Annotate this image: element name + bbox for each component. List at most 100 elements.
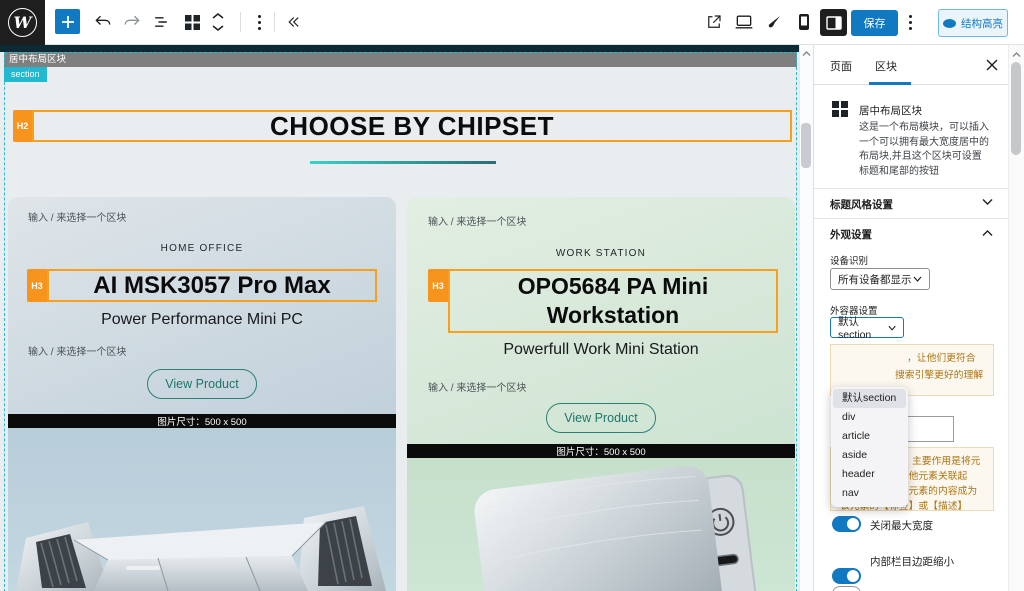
move-up-down-icon [209,10,227,34]
dropdown-option-aside[interactable]: aside [833,446,906,465]
structure-highlight-label: 结构高亮 [961,16,1003,31]
highlight-dot-icon [943,19,956,28]
tab-block[interactable]: 区块 [875,58,897,74]
paint-tool-icon [765,13,783,31]
block-appender-placeholder[interactable]: 输入 / 来选择一个区块 [428,213,526,228]
editor-canvas: 居中布局区块 section H2 CHOOSE BY CHIPSET 输入 /… [0,45,799,591]
mini-pc-rounded-image [407,458,795,591]
block-type-button[interactable] [181,11,203,33]
card-category-label[interactable]: HOME OFFICE [8,243,396,254]
heading-underline [310,161,496,164]
wordpress-logo-icon: W [8,8,37,37]
sidebar-panel-icon [826,16,842,30]
card-title-text: AI MSK3057 Pro Max [93,272,330,300]
view-product-button[interactable]: View Product [546,403,656,433]
product-card-work-station: 输入 / 来选择一个区块 WORK STATION H3 OPO5684 PA … [407,197,795,591]
panel-title-style[interactable]: 标题风格设置 [830,197,893,212]
toolbar-separator [240,12,241,32]
block-info-description: 这是一个布局模块，可以插入一个可以拥有最大宽度居中的布局块,并且这个区块可设置标… [859,121,991,179]
card-subtitle[interactable]: Power Performance Mini PC [8,311,396,329]
padding-toggle-label: 内部栏目边距缩小 [870,554,954,569]
preview-external-button[interactable] [703,11,725,33]
desktop-preview-button[interactable] [733,11,755,33]
max-width-toggle-label: 关闭最大宽度 [870,518,933,533]
dropdown-option-article[interactable]: article [833,427,906,446]
customize-tool-button[interactable] [763,11,785,33]
product-image-work-station[interactable] [407,458,795,591]
top-toolbar: W [0,0,1024,45]
section-heading-block[interactable]: CHOOSE BY CHIPSET [32,110,792,142]
container-select[interactable]: 默认section [830,317,904,338]
list-view-button[interactable] [150,11,172,33]
more-options-button[interactable] [899,11,921,33]
card-title-text: OPO5684 PA Mini Workstation [483,272,743,330]
save-button[interactable]: 保存 [851,10,898,36]
image-size-bar: 图片尺寸：500 x 500 [407,444,795,458]
plus-icon [61,15,75,29]
structure-highlight-button[interactable]: 结构高亮 [938,9,1008,37]
toolbar-separator [274,12,275,32]
dropdown-option-div[interactable]: div [833,408,906,427]
canvas-scrollbar-thumb[interactable] [801,123,811,168]
scroll-up-arrow-icon[interactable] [802,50,811,57]
device-label: 设备识别 [830,253,868,267]
external-link-icon [705,13,723,31]
divider [814,188,1009,189]
dropdown-option-nav[interactable]: nav [833,484,906,503]
h3-level-badge: H3 [428,269,448,302]
section-tag-badge: section [4,67,47,82]
scroll-up-arrow-icon[interactable] [1012,51,1021,58]
ellipsis-vertical-icon [909,15,912,30]
undo-icon [93,12,113,32]
dropdown-option-header[interactable]: header [833,465,906,484]
editor-window: W [0,0,1024,591]
panel-appearance[interactable]: 外观设置 [830,227,872,242]
divider [814,218,1009,219]
block-appender-placeholder[interactable]: 输入 / 来选择一个区块 [28,209,126,224]
block-type-grid-icon [832,101,848,117]
seo-note-line1: ，让他们更符合 [907,350,976,364]
redo-button[interactable] [121,11,143,33]
max-width-toggle[interactable] [832,516,861,532]
close-sidebar-icon[interactable] [986,59,998,71]
h3-level-badge: H3 [27,269,47,302]
h2-level-badge: H2 [13,110,32,142]
card-title-block[interactable]: AI MSK3057 Pro Max [47,269,377,302]
block-appender-placeholder[interactable]: 输入 / 来选择一个区块 [28,343,126,358]
page-top-strip [0,45,799,52]
product-image-home-office[interactable] [8,428,396,591]
seo-note-line2: 搜索引擎更好的理解 [895,367,983,381]
collapse-toolbar-button[interactable] [282,11,304,33]
block-inserter-button[interactable] [55,9,80,34]
device-select-value: 所有设备都显示 [838,272,912,287]
wordpress-menu-button[interactable]: W [0,0,45,45]
card-title-block[interactable]: OPO5684 PA Mini Workstation [448,269,778,333]
block-mover-button[interactable] [207,11,229,33]
chevron-down-icon [913,276,922,282]
block-grid-icon [184,14,201,31]
view-product-button[interactable]: View Product [147,369,257,399]
product-card-home-office: 输入 / 来选择一个区块 HOME OFFICE H3 AI MSK3057 P… [8,197,396,591]
undo-button[interactable] [92,11,114,33]
chevron-down-icon[interactable] [982,198,993,206]
card-category-label[interactable]: WORK STATION [407,248,795,259]
chevron-up-icon[interactable] [982,229,993,237]
selected-block-label: 居中布局区块 [4,52,797,67]
mini-pc-angular-image [8,428,396,591]
card-subtitle[interactable]: Powerfull Work Mini Station [407,341,795,359]
padding-toggle[interactable] [832,568,861,584]
block-appender-placeholder[interactable]: 输入 / 来选择一个区块 [428,379,526,394]
section-heading-text: CHOOSE BY CHIPSET [270,111,554,142]
partial-toggle[interactable] [832,586,861,591]
list-view-icon [151,12,171,32]
sidebar-scrollbar-thumb[interactable] [1011,62,1021,155]
block-options-button[interactable] [248,11,270,33]
settings-sidebar: 页面 区块 居中布局区块 这是一个布局模块，可以插入一个可以拥有最大宽度居中的布… [813,45,1008,591]
sidebar-tabbar: 页面 区块 [814,45,1009,85]
device-select[interactable]: 所有设备都显示 [830,268,930,290]
container-select-value: 默认section [838,314,888,341]
mobile-preview-button[interactable] [793,11,815,33]
dropdown-option-section[interactable]: 默认section [833,389,906,408]
tab-page[interactable]: 页面 [830,58,852,74]
settings-sidebar-toggle[interactable] [820,9,847,36]
